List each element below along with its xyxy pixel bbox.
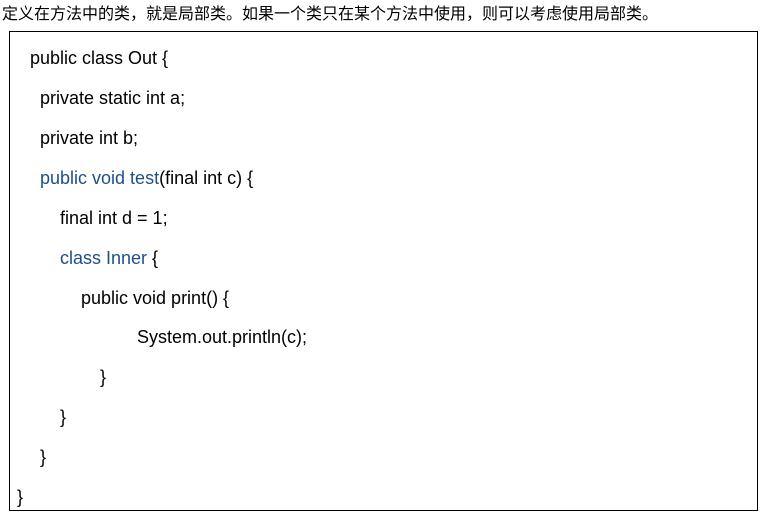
code-method-signature: public void test — [40, 168, 160, 188]
code-inner-class-brace: { — [147, 248, 159, 268]
code-line-close-inner: } — [60, 407, 67, 427]
code-line-field: private int b; — [40, 128, 139, 148]
code-line-method-declaration: public void test(final int c) { — [40, 166, 253, 190]
code-line-print-method: public void print() { — [81, 288, 230, 308]
code-line-close-print: } — [100, 367, 107, 387]
code-line-local-variable: final int d = 1; — [60, 208, 168, 228]
code-line-close-class: } — [17, 487, 24, 507]
code-line-class-declaration: public class Out { — [30, 48, 169, 68]
code-block: public class Out { private static int a;… — [9, 31, 758, 511]
code-line-close-method: } — [40, 447, 47, 467]
code-line-inner-class: class Inner { — [60, 246, 158, 270]
code-line-println: System.out.println(c); — [137, 327, 308, 347]
code-line-static-field: private static int a; — [40, 88, 186, 108]
intro-text: 定义在方法中的类，就是局部类。如果一个类只在某个方法中使用，则可以考虑使用局部类… — [2, 4, 659, 23]
code-inner-class-name: class Inner — [60, 248, 148, 268]
code-method-params: (final int c) { — [159, 168, 254, 188]
